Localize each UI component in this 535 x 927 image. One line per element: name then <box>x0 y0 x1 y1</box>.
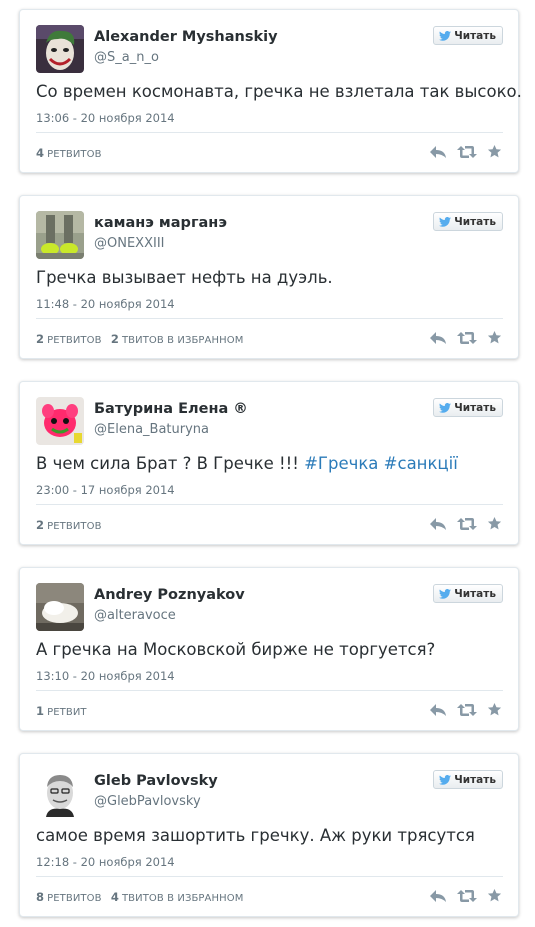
tweet-actions <box>429 516 502 531</box>
tweet-card: Gleb Pavlovsky @GlebPavlovsky Читать сам… <box>19 753 519 917</box>
retweet-count[interactable]: 8 ретвитов <box>36 890 102 904</box>
retweet-count[interactable]: 4 ретвитов <box>36 146 102 160</box>
tweet-feed: Alexander Myshanskiy @S_a_n_o Читать Со … <box>0 0 535 927</box>
reply-icon[interactable] <box>429 889 447 903</box>
tweet-stats: 2 ретвитов <box>36 518 108 532</box>
divider <box>36 318 503 319</box>
hashtag-link[interactable]: #санкції <box>384 454 458 473</box>
retweet-count[interactable]: 2 ретвитов <box>36 332 102 346</box>
reply-icon[interactable] <box>429 703 447 717</box>
favorite-star-icon[interactable] <box>487 888 502 903</box>
follow-button[interactable]: Читать <box>433 398 503 417</box>
author-handle[interactable]: @S_a_n_o <box>94 50 159 65</box>
tweet-text: Со времен космонавта, гречка не взлетала… <box>36 82 522 101</box>
twitter-bird-icon <box>439 30 452 41</box>
author-name[interactable]: Alexander Myshanskiy <box>94 29 278 45</box>
tweet-card: Andrey Poznyakov @alteravoce Читать А гр… <box>19 567 519 731</box>
author-name[interactable]: Батурина Елена ® <box>94 401 248 417</box>
author-handle[interactable]: @alteravoce <box>94 608 176 623</box>
tweet-card: Alexander Myshanskiy @S_a_n_o Читать Со … <box>19 9 522 173</box>
tweet-timestamp[interactable]: 12:18 - 20 ноября 2014 <box>36 855 175 869</box>
retweet-icon[interactable] <box>457 889 477 903</box>
tweet-stats: 1 ретвит <box>36 704 93 718</box>
avatar[interactable] <box>36 211 84 259</box>
retweet-count[interactable]: 1 ретвит <box>36 704 87 718</box>
avatar[interactable] <box>36 583 84 631</box>
favorite-star-icon[interactable] <box>487 144 502 159</box>
author-name[interactable]: Gleb Pavlovsky <box>94 773 218 789</box>
tweet-actions <box>429 888 502 903</box>
tweet-stats: 4 ретвитов <box>36 146 108 160</box>
divider <box>36 504 503 505</box>
avatar[interactable] <box>36 769 84 817</box>
retweet-icon[interactable] <box>457 703 477 717</box>
tweet-timestamp[interactable]: 13:06 - 20 ноября 2014 <box>36 111 175 125</box>
tweet-text: А гречка на Московской бирже не торгуетс… <box>36 640 506 659</box>
author-name[interactable]: Andrey Poznyakov <box>94 587 245 603</box>
follow-button[interactable]: Читать <box>433 212 503 231</box>
favorite-star-icon[interactable] <box>487 330 502 345</box>
tweet-text: В чем сила Брат ? В Гречке !!! #Гречка #… <box>36 454 506 473</box>
twitter-bird-icon <box>439 588 452 599</box>
tweet-body: Гречка вызывает нефть на дуэль. <box>36 268 333 287</box>
follow-label: Читать <box>454 215 496 228</box>
tweet-timestamp[interactable]: 13:10 - 20 ноября 2014 <box>36 669 175 683</box>
follow-button[interactable]: Читать <box>433 26 503 45</box>
author-handle[interactable]: @Elena_Baturyna <box>94 422 209 437</box>
follow-label: Читать <box>454 401 496 414</box>
divider <box>36 876 503 877</box>
follow-button[interactable]: Читать <box>433 770 503 789</box>
twitter-bird-icon <box>439 402 452 413</box>
follow-button[interactable]: Читать <box>433 584 503 603</box>
retweet-count[interactable]: 2 ретвитов <box>36 518 102 532</box>
favorite-star-icon[interactable] <box>487 516 502 531</box>
tweet-body: Со времен космонавта, гречка не взлетала… <box>36 82 522 101</box>
follow-label: Читать <box>454 587 496 600</box>
favorite-count[interactable]: 4 твитов в избранном <box>111 890 244 904</box>
author-handle[interactable]: @ONEXXIII <box>94 236 164 251</box>
tweet-text: Гречка вызывает нефть на дуэль. <box>36 268 506 287</box>
favorite-star-icon[interactable] <box>487 702 502 717</box>
retweet-icon[interactable] <box>457 145 477 159</box>
twitter-bird-icon <box>439 774 452 785</box>
retweet-icon[interactable] <box>457 331 477 345</box>
tweet-timestamp[interactable]: 11:48 - 20 ноября 2014 <box>36 297 175 311</box>
tweet-actions <box>429 144 502 159</box>
tweet-body: самое время зашортить гречку. Аж руки тр… <box>36 826 475 845</box>
avatar[interactable] <box>36 397 84 445</box>
author-name[interactable]: каманэ марганэ <box>94 215 227 231</box>
tweet-body: А гречка на Московской бирже не торгуетс… <box>36 640 436 659</box>
reply-icon[interactable] <box>429 517 447 531</box>
tweet-card: Батурина Елена ® @Elena_Baturyna Читать … <box>19 381 519 545</box>
tweet-card: каманэ марганэ @ONEXXIII Читать Гречка в… <box>19 195 519 359</box>
favorite-count[interactable]: 2 твитов в избранном <box>111 332 244 346</box>
retweet-icon[interactable] <box>457 517 477 531</box>
follow-label: Читать <box>454 773 496 786</box>
author-handle[interactable]: @GlebPavlovsky <box>94 794 201 809</box>
tweet-actions <box>429 330 502 345</box>
divider <box>36 690 503 691</box>
tweet-timestamp[interactable]: 23:00 - 17 ноября 2014 <box>36 483 175 497</box>
tweet-text: самое время зашортить гречку. Аж руки тр… <box>36 826 506 845</box>
avatar[interactable] <box>36 25 84 73</box>
twitter-bird-icon <box>439 216 452 227</box>
reply-icon[interactable] <box>429 145 447 159</box>
reply-icon[interactable] <box>429 331 447 345</box>
follow-label: Читать <box>454 29 496 42</box>
tweet-stats: 8 ретвитов 4 твитов в избранном <box>36 890 249 904</box>
tweet-body: В чем сила Брат ? В Гречке !!! <box>36 454 305 473</box>
divider <box>36 132 503 133</box>
tweet-actions <box>429 702 502 717</box>
tweet-stats: 2 ретвитов 2 твитов в избранном <box>36 332 249 346</box>
hashtag-link[interactable]: #Гречка <box>304 454 378 473</box>
